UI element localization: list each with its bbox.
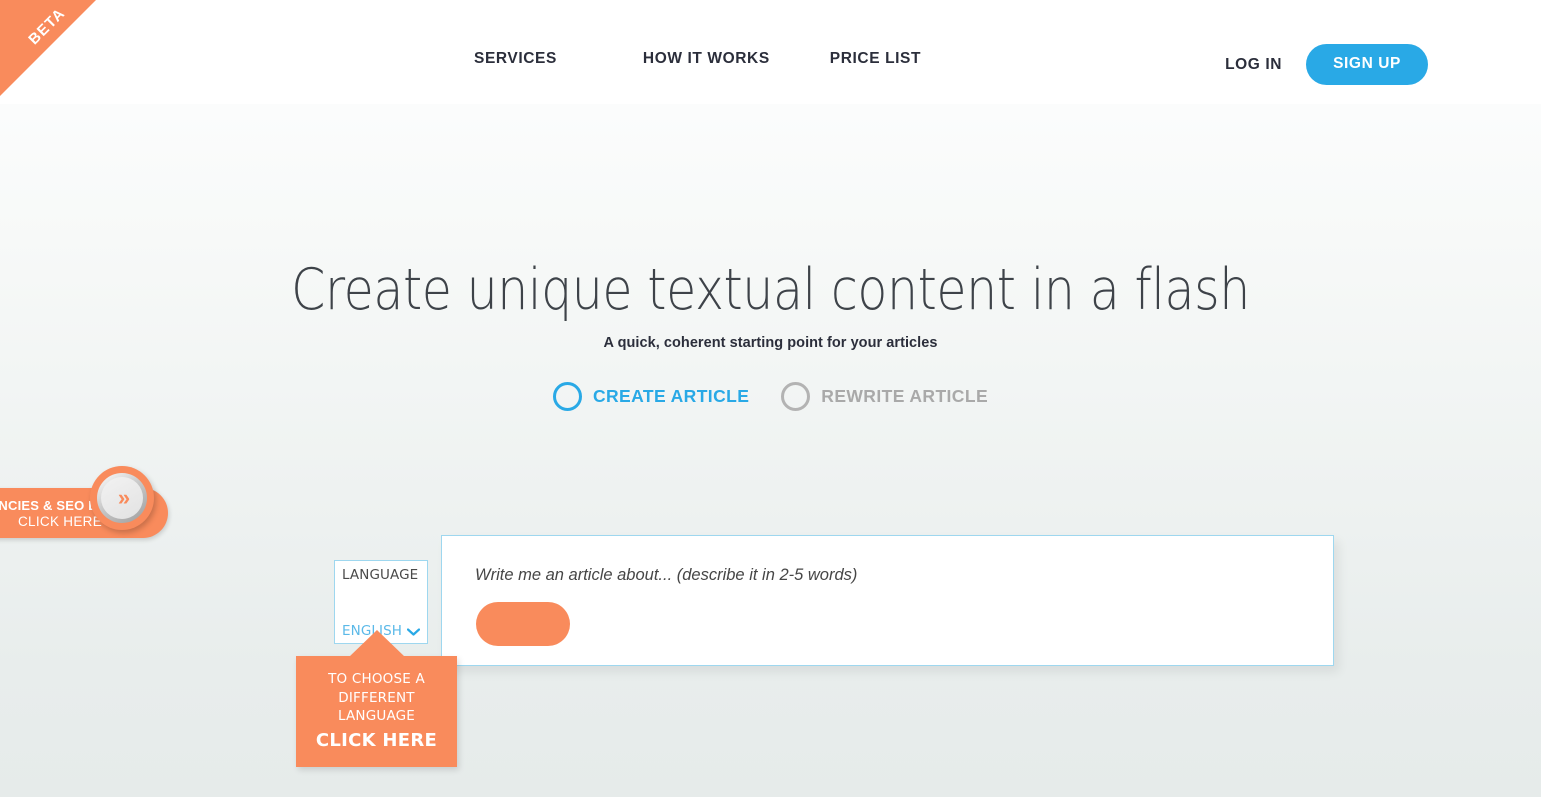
mode-option-create-article-label: CREATE ARTICLE xyxy=(592,386,750,406)
language-tooltip[interactable]: TO CHOOSE A DIFFERENT LANGUAGE CLICK HER… xyxy=(296,630,457,767)
double-chevron-right-icon: » xyxy=(117,485,130,510)
log-in-link[interactable]: LOG IN xyxy=(1225,56,1282,74)
badge-bezel: » xyxy=(97,473,147,523)
page-title: Create unique textual content in a flash xyxy=(291,257,1250,323)
page-subtitle: A quick, coherent starting point for you… xyxy=(603,334,938,351)
article-input-panel[interactable]: Write me an article about... (describe i… xyxy=(441,535,1334,666)
language-tooltip-cta: CLICK HERE xyxy=(315,729,438,751)
badge-inner-disc: » xyxy=(101,477,143,519)
site-header: BETA SERVICES HOW IT WORKS PRICE LIST LO… xyxy=(0,0,1541,104)
nav-item-price-list[interactable]: PRICE LIST xyxy=(830,50,921,68)
mode-option-rewrite-article-label: REWRITE ARTICLE xyxy=(821,386,989,406)
language-tooltip-line1: TO CHOOSE A xyxy=(328,671,425,687)
chevron-down-icon xyxy=(406,625,421,638)
radio-unselected-icon[interactable] xyxy=(781,382,811,411)
header-account-actions: LOG IN SIGN UP xyxy=(1225,44,1428,85)
article-input-placeholder[interactable]: Write me an article about... (describe i… xyxy=(475,566,857,585)
language-selector-label: LANGUAGE xyxy=(342,567,419,583)
agencies-seo-badge-line2: CLICK HERE xyxy=(17,513,103,529)
mode-option-rewrite-article[interactable]: REWRITE ARTICLE xyxy=(781,382,988,411)
beta-ribbon: BETA xyxy=(0,0,96,96)
beta-ribbon-label: BETA xyxy=(25,4,69,49)
main-navigation: SERVICES HOW IT WORKS PRICE LIST xyxy=(474,50,921,68)
sign-up-button[interactable]: SIGN UP xyxy=(1306,44,1428,85)
nav-item-services[interactable]: SERVICES xyxy=(474,50,557,68)
mode-option-create-article[interactable]: CREATE ARTICLE xyxy=(552,382,750,411)
nav-item-how-it-works[interactable]: HOW IT WORKS xyxy=(643,50,770,68)
tooltip-arrow-up-icon xyxy=(348,630,405,657)
hero-section: Create unique textual content in a flash… xyxy=(0,257,1541,351)
language-tooltip-body[interactable]: TO CHOOSE A DIFFERENT LANGUAGE CLICK HER… xyxy=(296,656,457,767)
radio-selected-icon[interactable] xyxy=(552,382,582,411)
language-tooltip-line2: DIFFERENT LANGUAGE xyxy=(337,689,416,725)
agencies-seo-badge-button[interactable]: » xyxy=(90,466,154,530)
article-submit-button[interactable] xyxy=(476,602,570,646)
article-mode-selector: CREATE ARTICLE REWRITE ARTICLE xyxy=(0,382,1541,411)
